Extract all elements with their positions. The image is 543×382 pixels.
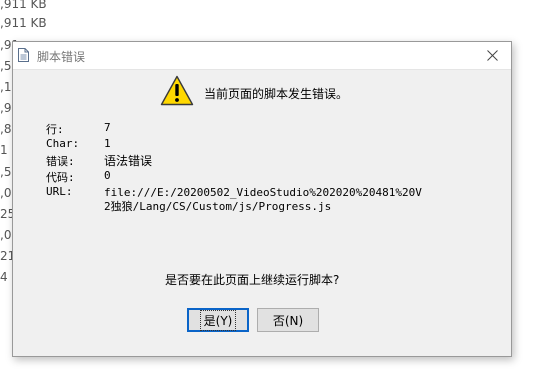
- list-item: ,911 KB: [0, 0, 47, 11]
- warning-icon: [160, 75, 194, 106]
- yes-button[interactable]: 是(Y): [187, 308, 249, 332]
- no-button-label: 否(N): [272, 313, 304, 328]
- title-bar[interactable]: 脚本错误: [13, 42, 511, 70]
- error-label: 错误:: [46, 155, 75, 168]
- code-label: 代码:: [46, 171, 75, 184]
- document-icon: [18, 48, 29, 62]
- continue-question: 是否要在此页面上继续运行脚本?: [165, 273, 340, 287]
- close-button[interactable]: [481, 45, 503, 65]
- url-label: URL:: [46, 185, 73, 198]
- list-item: ,911 KB: [0, 16, 47, 30]
- yes-button-label: 是(Y): [199, 309, 237, 331]
- script-error-dialog: 脚本错误 当前页面的脚本发生错误。 行: 7 Char: 1 错误: 语法错误 …: [12, 41, 512, 357]
- line-value: 7: [104, 121, 111, 134]
- char-label: Char:: [46, 137, 80, 150]
- dialog-title: 脚本错误: [37, 50, 86, 64]
- list-item: 4: [0, 270, 8, 284]
- error-value: 语法错误: [104, 154, 153, 168]
- code-value: 0: [104, 169, 111, 182]
- no-button[interactable]: 否(N): [257, 308, 319, 332]
- char-value: 1: [104, 137, 111, 150]
- error-message: 当前页面的脚本发生错误。: [204, 87, 349, 101]
- url-value: file:///E:/20200502_VideoStudio%202020%2…: [104, 186, 422, 213]
- close-icon: [486, 49, 498, 61]
- line-label: 行:: [46, 123, 64, 136]
- list-item: 1: [0, 143, 8, 157]
